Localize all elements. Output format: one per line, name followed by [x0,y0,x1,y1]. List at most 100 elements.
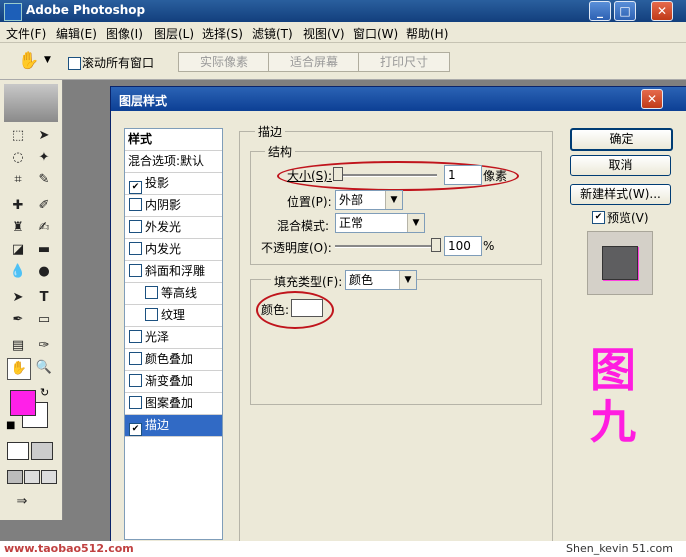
style-item-inner-glow[interactable]: 内发光 [125,239,222,261]
ok-button[interactable]: 确定 [570,128,673,151]
cancel-button[interactable]: 取消 [570,155,671,176]
menu-edit[interactable]: 编辑(E) [56,25,97,42]
blend-mode-dropdown[interactable]: 正常 ▼ [335,213,425,233]
style-item-pattern-overlay[interactable]: 图案叠加 [125,393,222,415]
stroke-color-swatch[interactable] [291,299,323,317]
outer-glow-checkbox[interactable] [129,220,142,233]
bevel-emboss-checkbox[interactable] [129,264,142,277]
eyedropper-tool-icon[interactable]: ✑ [33,336,55,356]
drop-shadow-checkbox[interactable]: ✔ [129,181,142,194]
jump-to-imageready-icon[interactable]: ⇒ [7,492,37,512]
dialog-close-button[interactable]: ✕ [641,89,663,109]
default-colors-icon[interactable]: ■ [6,420,15,431]
healing-brush-tool-icon[interactable]: ✚ [7,196,29,216]
style-item-contour[interactable]: 等高线 [125,283,222,305]
position-value: 外部 [339,193,364,207]
quick-mask-mode-icon[interactable] [31,442,53,460]
eraser-tool-icon[interactable]: ◪ [7,240,29,260]
style-item-inner-shadow[interactable]: 内阴影 [125,195,222,217]
tool-preset-chevron-icon[interactable]: ▼ [44,55,51,65]
style-item-color-overlay[interactable]: 颜色叠加 [125,349,222,371]
brush-tool-icon[interactable]: ✐ [33,196,55,216]
swap-colors-icon[interactable]: ↻ [40,386,49,399]
style-item-bevel-emboss[interactable]: 斜面和浮雕 [125,261,222,283]
history-brush-tool-icon[interactable]: ✍ [33,218,55,238]
marquee-tool-icon[interactable]: ⬚ [7,126,29,146]
pen-tool-icon[interactable]: ✒ [7,310,29,330]
chevron-down-icon[interactable]: ▼ [385,191,402,209]
actual-pixels-button[interactable]: 实际像素 [178,52,270,72]
menu-view[interactable]: 视图(V) [303,25,345,42]
inner-glow-checkbox[interactable] [129,242,142,255]
blur-tool-icon[interactable]: 💧 [7,262,29,282]
menu-select[interactable]: 选择(S) [202,25,243,42]
color-overlay-checkbox[interactable] [129,352,142,365]
crop-tool-icon[interactable]: ⌗ [7,170,29,190]
screen-mode-menu-icon[interactable] [24,470,40,484]
opacity-input[interactable]: 100 [444,236,482,256]
maximize-button[interactable]: □ [614,1,636,21]
position-dropdown[interactable]: 外部 ▼ [335,190,403,210]
foreground-color-swatch[interactable] [10,390,36,416]
chevron-down-icon[interactable]: ▼ [399,271,416,289]
style-preview-box [587,231,653,295]
print-size-button[interactable]: 打印尺寸 [358,52,450,72]
size-slider-track[interactable] [335,174,437,177]
satin-checkbox[interactable] [129,330,142,343]
menu-help[interactable]: 帮助(H) [406,25,448,42]
style-item-label: 纹理 [161,308,186,322]
menu-image[interactable]: 图像(I) [106,25,143,42]
opacity-slider-track[interactable] [335,245,437,248]
size-input[interactable]: 1 [444,165,482,185]
type-tool-icon[interactable]: T [33,288,55,308]
preview-checkbox[interactable]: ✔ [592,211,605,224]
blending-options-item[interactable]: 混合选项:默认 [125,151,222,173]
menu-filter[interactable]: 滤镜(T) [252,25,293,42]
notes-tool-icon[interactable]: ▤ [7,336,29,356]
lasso-tool-icon[interactable]: ◌ [7,148,29,168]
chevron-down-icon[interactable]: ▼ [407,214,424,232]
shape-tool-icon[interactable]: ▭ [33,310,55,330]
style-preview-swatch [602,246,638,280]
new-style-button[interactable]: 新建样式(W)... [570,184,671,205]
style-item-texture[interactable]: 纹理 [125,305,222,327]
close-button[interactable]: ✕ [651,1,673,21]
minimize-button[interactable]: _ [589,1,611,21]
magic-wand-tool-icon[interactable]: ✦ [33,148,55,168]
size-slider-thumb[interactable] [333,167,343,181]
styles-header[interactable]: 样式 [125,129,222,151]
move-tool-icon[interactable]: ➤ [33,126,55,146]
screen-mode-full-icon[interactable] [41,470,57,484]
scroll-all-windows-checkbox[interactable] [68,57,81,70]
opacity-slider-thumb[interactable] [431,238,441,252]
style-item-outer-glow[interactable]: 外发光 [125,217,222,239]
style-item-satin[interactable]: 光泽 [125,327,222,349]
gradient-overlay-checkbox[interactable] [129,374,142,387]
dodge-tool-icon[interactable]: ● [33,262,55,282]
pattern-overlay-checkbox[interactable] [129,396,142,409]
inner-shadow-checkbox[interactable] [129,198,142,211]
stroke-checkbox[interactable]: ✔ [129,423,142,436]
fill-type-dropdown[interactable]: 颜色 ▼ [345,270,417,290]
zoom-tool-icon[interactable]: 🔍 [33,358,55,378]
style-item-drop-shadow[interactable]: ✔ 投影 [125,173,222,195]
menu-window[interactable]: 窗口(W) [353,25,398,42]
style-item-stroke[interactable]: ✔ 描边 [125,415,222,437]
hand-tool-button-icon[interactable]: ✋ [7,358,31,380]
style-item-gradient-overlay[interactable]: 渐变叠加 [125,371,222,393]
clone-stamp-tool-icon[interactable]: ♜ [7,218,29,238]
contour-checkbox[interactable] [145,286,158,299]
hand-tool-icon[interactable]: ✋ [18,51,39,71]
menu-file[interactable]: 文件(F) [6,25,46,42]
gradient-tool-icon[interactable]: ▬ [33,240,55,260]
size-label: 大小(S): [287,169,333,183]
path-selection-tool-icon[interactable]: ➤ [7,288,29,308]
fit-screen-button[interactable]: 适合屏幕 [268,52,360,72]
stroke-section-title: 描边 [255,123,286,140]
screen-mode-standard-icon[interactable] [7,470,23,484]
slice-tool-icon[interactable]: ✎ [33,170,55,190]
style-item-label: 斜面和浮雕 [145,264,206,278]
standard-mode-icon[interactable] [7,442,29,460]
menu-layer[interactable]: 图层(L) [154,25,194,42]
texture-checkbox[interactable] [145,308,158,321]
